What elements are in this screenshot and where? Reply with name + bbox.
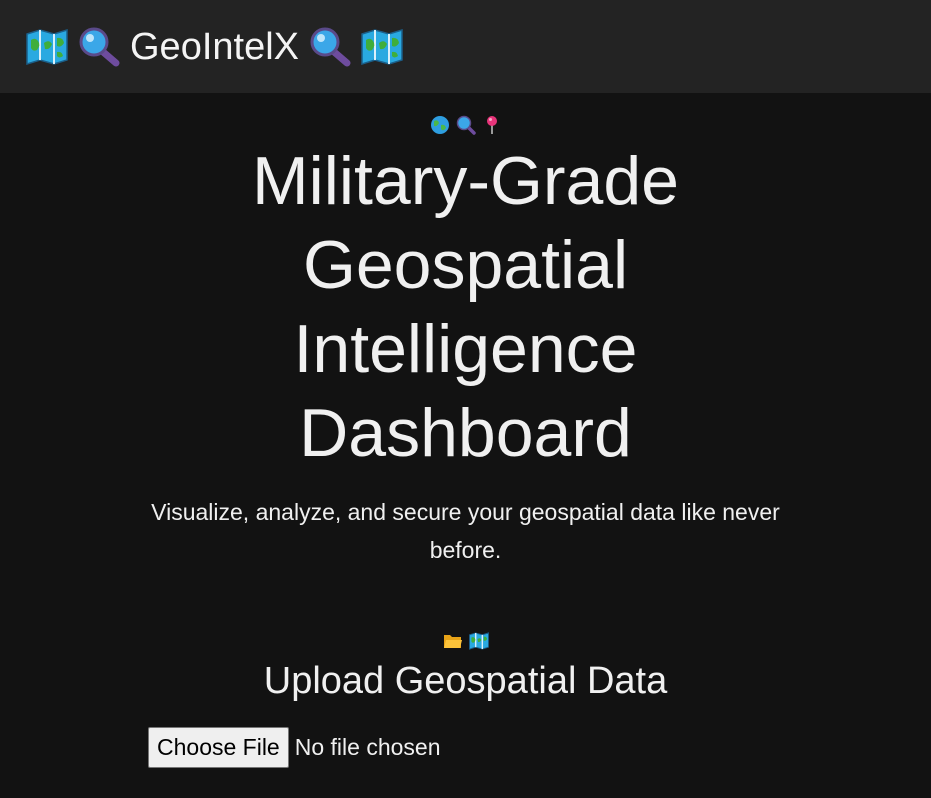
page-title: Military-Grade Geospatial Intelligence D… <box>252 143 679 471</box>
brand: GeoIntelX <box>26 27 403 67</box>
map-icon <box>26 28 68 66</box>
choose-file-button[interactable]: Choose File <box>148 727 289 768</box>
magnifier-icon <box>309 27 351 67</box>
pin-icon <box>482 115 502 135</box>
globe-icon <box>430 115 450 135</box>
brand-name: GeoIntelX <box>130 25 299 68</box>
page-subtitle: Visualize, analyze, and secure your geos… <box>151 499 780 563</box>
upload-section: Upload Geospatial Data Choose File No fi… <box>0 631 931 768</box>
magnifier-icon <box>456 115 476 135</box>
app-header: GeoIntelX <box>0 0 931 93</box>
file-status: No file chosen <box>294 734 441 760</box>
map-icon <box>468 632 489 650</box>
upload-icons <box>0 631 931 651</box>
main-content: Military-Grade Geospatial Intelligence D… <box>0 93 931 768</box>
folder-icon <box>443 632 463 650</box>
map-icon <box>361 28 403 66</box>
upload-title: Upload Geospatial Data <box>263 660 668 702</box>
hero-section: Military-Grade Geospatial Intelligence D… <box>0 93 931 569</box>
magnifier-icon <box>78 27 120 67</box>
hero-icons <box>0 115 931 135</box>
file-input[interactable]: Choose File No file chosen <box>0 727 931 768</box>
